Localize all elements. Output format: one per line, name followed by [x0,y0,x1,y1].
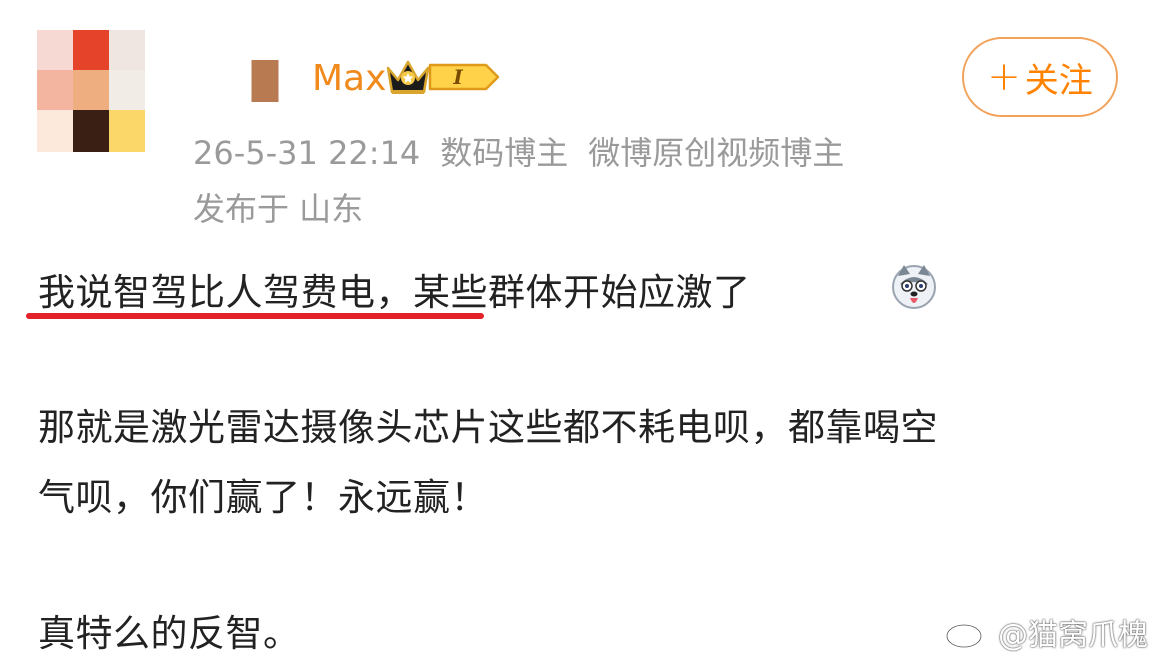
watermark: @猫窝爪槐 [944,610,1148,654]
username-redaction [188,60,310,102]
post-timestamp: 26-5-31 22:14 [193,134,421,172]
post-meta: 26-5-31 22:14 数码博主 微博原创视频博主 [193,128,864,174]
post-text-line-1: 我说智驾比人驾费电，某些群体开始应激了 [38,271,751,314]
level-badge-icon: I [428,63,500,91]
username-text: Max [312,57,387,99]
husky-emoji-icon [892,265,936,309]
post-text-line-2: 那就是激光雷达摄像头芯片这些都不耗电呗，都靠喝空 [38,406,938,449]
follow-button[interactable]: + 关注 [962,37,1118,117]
highlight-underline [26,313,484,319]
follow-label: 关注 [1024,60,1093,101]
post-location: 发布于 山东 [193,190,364,228]
crown-icon [386,60,430,94]
post-text-line-4: 真特么的反智。 [38,612,301,655]
badge-level-text: I [452,65,463,89]
user-tag-video: 微博原创视频博主 [588,134,845,172]
avatar[interactable] [37,30,145,152]
watermark-text: @猫窝爪槐 [998,618,1148,653]
post-text-line-3: 气呗，你们赢了！永远赢！ [38,476,488,519]
plus-icon: + [987,54,1021,100]
weibo-logo-icon [945,618,990,649]
user-tag-digital: 数码博主 [440,134,569,172]
